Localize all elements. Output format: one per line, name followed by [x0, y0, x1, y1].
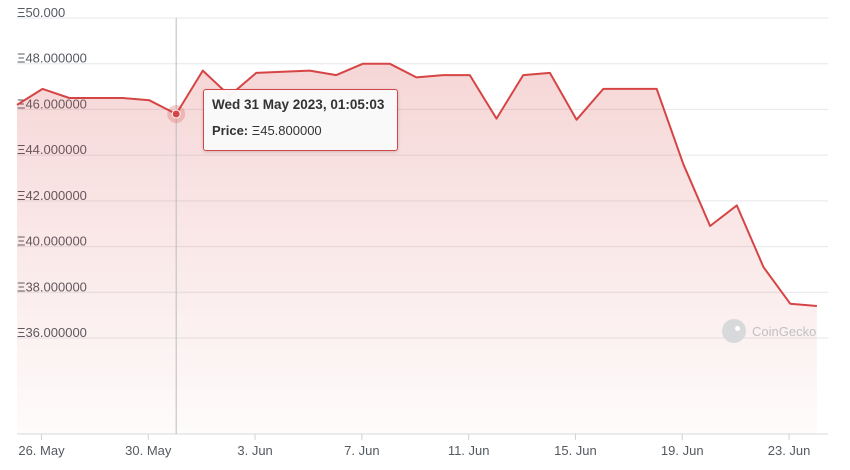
price-chart[interactable]: Ξ50.000Ξ48.000000Ξ46.000000Ξ44.000000Ξ42…	[0, 0, 850, 470]
x-tick-label: 23. Jun	[768, 443, 811, 458]
data-point	[388, 62, 392, 66]
tooltip-date: Wed 31 May 2023, 01:05:03	[212, 97, 385, 112]
data-point	[121, 96, 125, 100]
data-point	[414, 75, 418, 79]
x-tick-label: 15. Jun	[554, 443, 597, 458]
x-tick-label: 30. May	[125, 443, 172, 458]
watermark-text: CoinGecko	[752, 323, 817, 339]
tooltip-price-label: Price:	[212, 123, 249, 138]
tooltip-price-value: Ξ45.800000	[251, 123, 322, 138]
data-point	[147, 98, 151, 102]
data-point	[334, 73, 338, 77]
data-point	[494, 117, 498, 121]
data-point	[628, 87, 632, 91]
coingecko-watermark: CoinGecko	[722, 319, 816, 343]
data-point	[575, 118, 579, 122]
data-point	[735, 203, 739, 207]
data-point	[41, 87, 45, 91]
y-tick-label: Ξ50.000	[17, 5, 65, 20]
y-tick-label: Ξ48.000000	[17, 51, 87, 66]
x-tick-label: 26. May	[18, 443, 65, 458]
data-point	[15, 103, 19, 107]
hover-point[interactable]	[171, 109, 181, 119]
data-point	[441, 73, 445, 77]
data-point	[655, 87, 659, 91]
price-area-fill	[17, 63, 817, 434]
hover-tooltip: Wed 31 May 2023, 01:05:03 Price: Ξ45.800…	[203, 89, 398, 151]
data-point	[761, 265, 765, 269]
data-point	[521, 73, 525, 77]
data-point	[94, 96, 98, 100]
data-point	[67, 96, 71, 100]
x-axis-ticks: 26. May 30. May 3. Jun 7. Jun 11. Jun 15. Jun…	[18, 434, 810, 458]
data-point	[788, 302, 792, 306]
x-tick-label: 3. Jun	[237, 443, 272, 458]
data-point	[681, 162, 685, 166]
data-point	[308, 69, 312, 73]
coingecko-logo-icon	[722, 319, 746, 343]
data-point	[361, 62, 365, 66]
x-tick-label: 7. Jun	[344, 443, 379, 458]
x-tick-label: 11. Jun	[448, 443, 490, 458]
data-point	[708, 224, 712, 228]
data-point	[815, 304, 819, 308]
data-point	[254, 71, 258, 75]
data-point	[601, 87, 605, 91]
data-point	[548, 71, 552, 75]
data-point	[201, 69, 205, 73]
x-tick-label: 19. Jun	[661, 443, 704, 458]
data-point	[281, 70, 285, 74]
data-point	[468, 73, 472, 77]
